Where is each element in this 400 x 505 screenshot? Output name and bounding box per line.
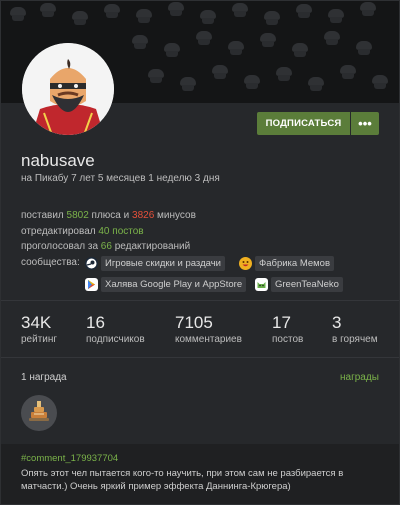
- community-chip-meme-factory[interactable]: Фабрика Мемов: [239, 255, 334, 271]
- edited-line: отредактировал 40 постов: [21, 226, 144, 237]
- laughing-emoji-icon: [239, 256, 252, 270]
- stat-subscribers-label[interactable]: подписчиков: [86, 334, 145, 345]
- awards-count: 1 награда: [21, 372, 67, 383]
- voted-suffix: редактирований: [111, 241, 191, 252]
- stat-comments-value[interactable]: 7105: [175, 313, 213, 333]
- voted-line: проголосовал за 66 редактирований: [21, 241, 190, 252]
- steam-icon: [85, 256, 98, 270]
- awards-link[interactable]: награды: [340, 372, 379, 383]
- community-name: Фабрика Мемов: [255, 255, 334, 271]
- stat-hot-value[interactable]: 3: [332, 313, 341, 333]
- stat-posts-value[interactable]: 17: [272, 313, 291, 333]
- stat-comments-label[interactable]: комментариев: [175, 334, 242, 345]
- community-name: Игровые скидки и раздачи: [101, 255, 225, 271]
- more-options-button[interactable]: •••: [351, 112, 379, 135]
- stat-hot-label[interactable]: в горячем: [332, 334, 378, 345]
- ratings-mid: плюса и: [88, 210, 133, 221]
- comment-tag-link[interactable]: #comment_179937704: [21, 453, 118, 464]
- profile-card: ПОДПИСАТЬСЯ ••• nabusave на Пикабу 7 лет…: [0, 0, 400, 505]
- comment-text: Опять этот чел пытается кого-то научить,…: [21, 468, 344, 492]
- community-chip-freebies-google-play[interactable]: Халява Google Play и AppStore: [85, 276, 247, 292]
- minus-count: 3826: [132, 210, 155, 221]
- community-name: GreenTeaNeko: [271, 276, 343, 292]
- stat-subscribers-value[interactable]: 16: [86, 313, 105, 333]
- stat-rating-value: 34K: [21, 313, 52, 332]
- stat-posts-label[interactable]: постов: [272, 334, 303, 345]
- more-dots-icon: •••: [358, 116, 372, 131]
- subscribe-button[interactable]: ПОДПИСАТЬСЯ: [257, 112, 350, 135]
- edited-posts-link[interactable]: 40 постов: [98, 226, 143, 237]
- communities-label: сообщества:: [21, 257, 80, 268]
- avatar[interactable]: [22, 43, 114, 135]
- divider: [1, 357, 399, 358]
- voted-count: 66: [100, 241, 112, 252]
- community-chip-game-deals[interactable]: Игровые скидки и раздачи: [85, 255, 225, 271]
- ratings-prefix: поставил: [21, 210, 67, 221]
- google-play-icon: [85, 277, 98, 291]
- edited-prefix: отредактировал: [21, 226, 99, 237]
- ratings-suffix: минусов: [154, 210, 196, 221]
- award-cake-icon: [28, 399, 50, 428]
- username: nabusave: [21, 151, 95, 170]
- divider: [1, 300, 399, 301]
- ratings-line: поставил 5802 плюса и 3826 минусов: [21, 210, 196, 221]
- award-badge[interactable]: [21, 395, 57, 431]
- plus-count: 5802: [66, 210, 89, 221]
- member-since: на Пикабу 7 лет 5 месяцев 1 неделю 3 дня: [21, 173, 220, 184]
- community-chip-greenteaneko[interactable]: GreenTeaNeko: [255, 276, 343, 292]
- community-name: Халява Google Play и AppStore: [101, 276, 247, 292]
- voted-prefix: проголосовал за: [21, 241, 101, 252]
- cat-icon: [255, 277, 268, 291]
- stat-rating-label: рейтинг: [21, 334, 58, 345]
